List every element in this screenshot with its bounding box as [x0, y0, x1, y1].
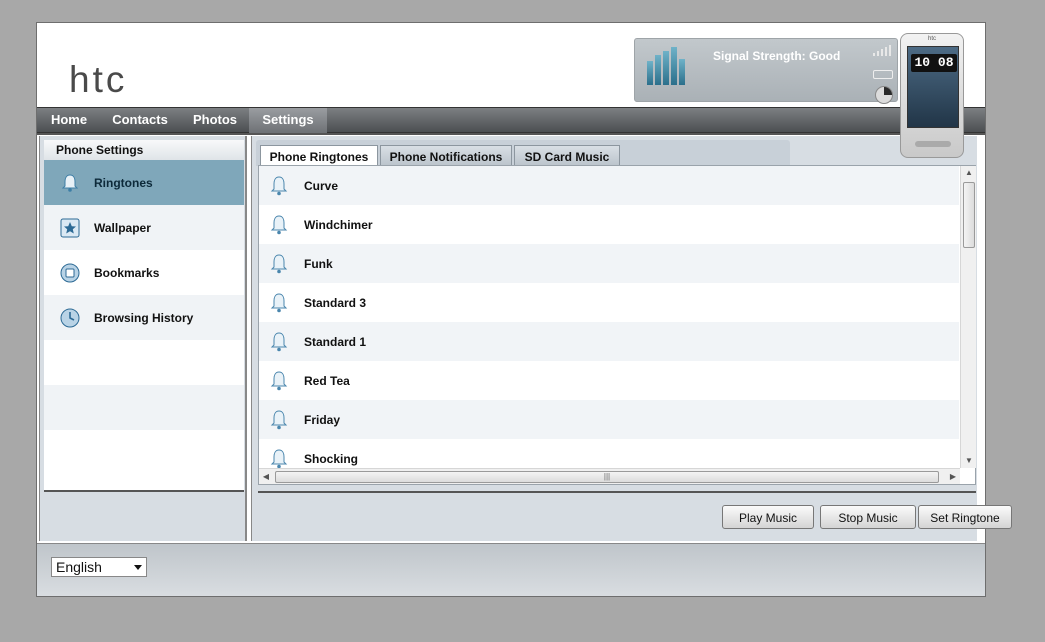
ringtone-row[interactable]: Red Tea: [259, 361, 959, 400]
phone-screen: 10 08: [907, 46, 959, 128]
bell-icon: [270, 215, 288, 235]
sidebar-empty-row: [44, 385, 244, 430]
bell-icon: [270, 449, 288, 468]
sidebar-item-wallpaper[interactable]: Wallpaper: [44, 205, 244, 250]
bell-icon: [270, 176, 288, 196]
sidebar-item-label: Bookmarks: [94, 266, 160, 280]
signal-bars-icon: [645, 47, 691, 97]
mini-signal-icon: [871, 44, 893, 56]
sidebar-item-ringtones[interactable]: Ringtones: [44, 160, 244, 205]
nav-photos[interactable]: Photos: [183, 108, 247, 133]
signal-strength-label: Signal Strength: Good: [713, 49, 841, 63]
ringtone-row[interactable]: Standard 3: [259, 283, 959, 322]
tab-bar: Phone Ringtones Phone Notifications SD C…: [256, 140, 790, 168]
sidebar-list: Ringtones Wallpaper Bookmarks Browsing H…: [44, 160, 244, 490]
scroll-right-icon[interactable]: ▶: [946, 469, 960, 485]
ringtone-name: Red Tea: [304, 374, 350, 388]
htc-logo: htc: [69, 59, 128, 100]
bell-icon: [270, 254, 288, 274]
ringtone-name: Funk: [304, 257, 333, 271]
vertical-scroll-thumb[interactable]: [963, 182, 975, 248]
wallpaper-icon: [60, 218, 80, 238]
storage-pie-icon: [875, 86, 893, 104]
tab-phone-notifications[interactable]: Phone Notifications: [380, 145, 512, 167]
language-value: English: [56, 559, 102, 575]
scroll-up-icon[interactable]: ▲: [961, 166, 977, 180]
vertical-scrollbar[interactable]: ▲ ▼: [960, 166, 976, 468]
phone-brand: htc: [927, 36, 936, 42]
ringtone-list-container: Curve Windchimer Funk Standard 3 Standard 1 R…: [258, 165, 976, 485]
sidebar-item-bookmarks[interactable]: Bookmarks: [44, 250, 244, 295]
sidebar: Phone Settings Ringtones Wallpaper Bookm…: [39, 136, 247, 541]
main-divider: [258, 491, 976, 493]
ringtone-row[interactable]: Shocking: [259, 439, 959, 468]
battery-icon: [873, 70, 893, 79]
ringtone-row[interactable]: Friday: [259, 400, 959, 439]
horizontal-scroll-thumb[interactable]: |||: [275, 471, 939, 483]
sidebar-empty-row: [44, 340, 244, 385]
ringtone-name: Friday: [304, 413, 341, 427]
scroll-down-icon[interactable]: ▼: [961, 454, 977, 468]
sidebar-item-browsing-history[interactable]: Browsing History: [44, 295, 244, 340]
phone-keys: [915, 141, 951, 147]
sidebar-item-label: Browsing History: [94, 311, 194, 325]
sidebar-item-label: Wallpaper: [94, 221, 151, 235]
phone-image: htc 10 08: [900, 33, 964, 158]
ringtone-row[interactable]: Funk: [259, 244, 959, 283]
status-panel: Signal Strength: Good: [634, 38, 898, 104]
sidebar-item-label: Ringtones: [94, 176, 153, 190]
scroll-left-icon[interactable]: ◀: [259, 469, 273, 485]
nav-divider: [37, 133, 985, 135]
ringtone-name: Curve: [304, 179, 339, 193]
ringtone-row[interactable]: Standard 1: [259, 322, 959, 361]
play-music-button[interactable]: Play Music: [722, 505, 814, 529]
ringtone-row[interactable]: Windchimer: [259, 205, 959, 244]
sidebar-empty-row: [44, 430, 244, 475]
phone-clock: 10 08: [911, 54, 957, 72]
sidebar-divider: [44, 490, 244, 492]
ringtone-name: Standard 3: [304, 296, 367, 310]
bookmarks-icon: [60, 263, 80, 283]
main-panel: Phone Ringtones Phone Notifications SD C…: [251, 136, 1012, 541]
ringtone-row[interactable]: Curve: [259, 166, 959, 205]
set-ringtone-button[interactable]: Set Ringtone: [918, 505, 1012, 529]
horizontal-scrollbar[interactable]: ◀ ||| ▶: [259, 468, 960, 484]
header: htc Signal Strength: Good htc 10 08: [37, 23, 985, 158]
bell-icon: [270, 410, 288, 430]
nav-contacts[interactable]: Contacts: [103, 108, 177, 133]
nav-settings[interactable]: Settings: [249, 108, 327, 133]
bell-icon: [270, 371, 288, 391]
sidebar-title: Phone Settings: [44, 140, 244, 160]
main-nav: Home Contacts Photos Settings: [37, 107, 985, 133]
ringtone-name: Shocking: [304, 452, 359, 466]
history-icon: [60, 308, 80, 328]
ringtone-list: Curve Windchimer Funk Standard 3 Standard 1 R…: [259, 166, 959, 468]
ringtone-name: Windchimer: [304, 218, 373, 232]
tab-sd-card-music[interactable]: SD Card Music: [514, 145, 620, 167]
app-window: htc Signal Strength: Good htc 10 08 Home…: [36, 22, 1012, 597]
ringtone-name: Standard 1: [304, 335, 367, 349]
nav-home[interactable]: Home: [37, 108, 101, 133]
bell-icon: [270, 332, 288, 352]
stop-music-button[interactable]: Stop Music: [820, 505, 916, 529]
bell-icon: [61, 174, 79, 192]
footer: English: [37, 543, 985, 596]
chevron-down-icon: [134, 565, 142, 570]
language-select[interactable]: English: [51, 557, 147, 577]
bell-icon: [270, 293, 288, 313]
